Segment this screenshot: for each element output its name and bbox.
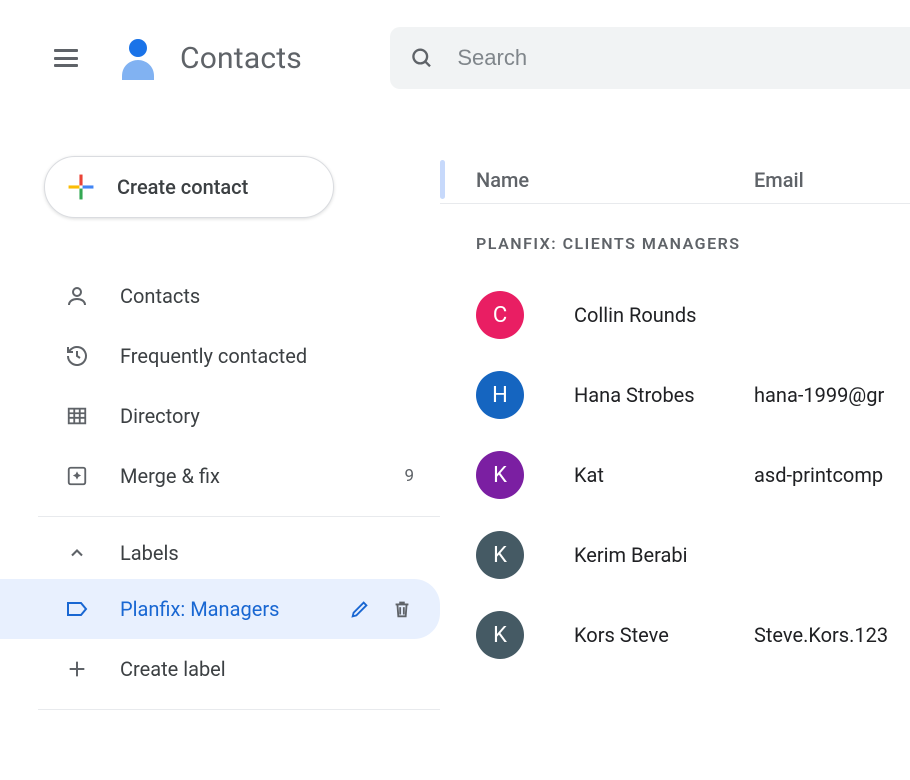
delete-label-button[interactable] [390, 597, 414, 621]
sidebar-item-label: Merge & fix [120, 464, 220, 488]
sidebar-create-label-text: Create label [120, 657, 226, 681]
avatar: K [476, 531, 524, 579]
avatar: H [476, 371, 524, 419]
sidebar-item-label: Directory [120, 404, 200, 428]
sidebar-item-count: 9 [404, 466, 414, 486]
main-content: Name Email PLANFIX: CLIENTS MANAGERS C Co… [440, 116, 910, 780]
label-icon [64, 596, 90, 622]
contact-name: Kerim Berabi [574, 543, 754, 567]
divider [38, 709, 440, 710]
contact-name: Kors Steve [574, 623, 754, 647]
table-header: Name Email [440, 156, 910, 204]
contact-email: asd-printcomp [754, 463, 883, 487]
column-header-email[interactable]: Email [754, 168, 804, 192]
contact-name: Kat [574, 463, 754, 487]
section-title: PLANFIX: CLIENTS MANAGERS [440, 204, 910, 275]
contact-row[interactable]: K Kerim Berabi [440, 515, 910, 595]
create-contact-button[interactable]: Create contact [44, 156, 334, 218]
building-icon [64, 403, 90, 429]
hamburger-icon [54, 49, 78, 67]
contacts-logo-icon [112, 34, 160, 82]
contact-email: Steve.Kors.123 [754, 623, 888, 647]
contact-row[interactable]: K Kors SteveSteve.Kors.123 [440, 595, 910, 675]
divider [38, 516, 440, 517]
contact-row[interactable]: C Collin Rounds [440, 275, 910, 355]
app-logo[interactable]: Contacts [112, 34, 302, 82]
avatar: K [476, 611, 524, 659]
person-icon [64, 283, 90, 309]
chevron-up-icon [64, 540, 90, 566]
sidebar-label-planfix-managers[interactable]: Planfix: Managers [0, 579, 440, 639]
contact-email: hana-1999@gr [754, 383, 884, 407]
sidebar-item-contacts[interactable]: Contacts [0, 266, 440, 326]
column-header-name[interactable]: Name [476, 168, 754, 192]
main-menu-button[interactable] [46, 38, 86, 78]
app-title: Contacts [180, 41, 302, 76]
search-input[interactable] [457, 45, 890, 71]
sidebar-labels-header-label: Labels [120, 541, 179, 565]
contact-row[interactable]: K Katasd-printcomp [440, 435, 910, 515]
edit-label-button[interactable] [348, 597, 372, 621]
sidebar: Create contact Contacts [0, 116, 440, 780]
history-icon [64, 343, 90, 369]
sidebar-item-label: Frequently contacted [120, 344, 307, 368]
search-bar[interactable] [390, 27, 910, 89]
search-icon [410, 45, 433, 71]
plus-colored-icon [67, 173, 95, 201]
avatar: C [476, 291, 524, 339]
contact-row[interactable]: H Hana Strobeshana-1999@gr [440, 355, 910, 435]
sidebar-item-merge-fix[interactable]: Merge & fix 9 [0, 446, 440, 506]
sidebar-item-label: Contacts [120, 284, 200, 308]
sidebar-create-label[interactable]: Create label [0, 639, 440, 699]
plus-icon [64, 656, 90, 682]
sidebar-labels-header[interactable]: Labels [0, 527, 440, 579]
sidebar-item-directory[interactable]: Directory [0, 386, 440, 446]
contact-name: Hana Strobes [574, 383, 754, 407]
contact-name: Collin Rounds [574, 303, 754, 327]
sidebar-label-text: Planfix: Managers [120, 597, 279, 621]
sidebar-item-frequently-contacted[interactable]: Frequently contacted [0, 326, 440, 386]
avatar: K [476, 451, 524, 499]
create-contact-label: Create contact [117, 175, 248, 199]
sparkle-box-icon [64, 463, 90, 489]
app-header: Contacts [0, 0, 910, 116]
